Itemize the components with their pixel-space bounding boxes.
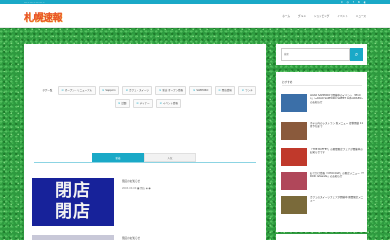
tag-label: カフェ・スイーツ xyxy=(129,89,149,93)
tag-label: SAPPORO xyxy=(196,88,209,92)
nav-item-shopping[interactable]: ショッピング xyxy=(314,14,330,18)
tag-icon: ⊙ xyxy=(118,101,121,106)
article-title[interactable]: おでかけ情報「CHOCOLE」の限定メニュー「TROIC Ishiwata」のお… xyxy=(310,172,364,179)
post-title[interactable]: 閉店のお知らせ xyxy=(122,179,140,183)
search-button[interactable]: ⌕ xyxy=(350,48,363,61)
search-widget: ⌕ xyxy=(276,44,367,65)
article-thumbnail[interactable] xyxy=(281,172,307,190)
thumbnail-text: 閉店 xyxy=(55,181,91,201)
sidebar-article[interactable]: AOAO SAPPOROで開催中のイベント「Photo」〜AOAO SAPPOR… xyxy=(281,94,363,114)
tag-icon: ⊙ xyxy=(159,101,162,106)
sidebar-article[interactable]: 「THE BUFFET」の期間限定フェアが開催中のお知らせです xyxy=(281,148,363,168)
nav-item-gourmet[interactable]: グルメ xyxy=(298,14,306,18)
tag-icon: ⊙ xyxy=(192,88,196,93)
tag-item[interactable]: ⊙ ディナー xyxy=(132,98,154,108)
post-tabs: 新着 人気 xyxy=(92,153,196,162)
thumbnail-text: 閉店 xyxy=(55,202,91,222)
post-meta: 20XX.XX.XX ■ 閉店 ◉ ● xyxy=(122,187,151,190)
article-thumbnail[interactable] xyxy=(281,122,307,140)
article-thumbnail[interactable] xyxy=(281,148,307,166)
tag-cloud-title: タグ一覧 xyxy=(42,89,53,93)
main-content: タグ一覧 ⊙ オープン・リニューアル ⊙ Sapporo ⊙ カフェ・スイーツ ⊙ 新店… xyxy=(24,44,266,240)
nav-item-news[interactable]: ニュース xyxy=(356,14,366,18)
site-logo[interactable]: 札幌速報 xyxy=(24,9,63,24)
tab-popular[interactable]: 人気 xyxy=(144,153,196,162)
tag-label: イベント情報 xyxy=(162,102,178,106)
tag-cloud: タグ一覧 ⊙ オープン・リニューアル ⊙ Sapporo ⊙ カフェ・スイーツ ⊙ 新店… xyxy=(34,86,262,108)
recommend-widget: おすすめ AOAO SAPPOROで開催中のイベント「Photo」〜AOAO S… xyxy=(276,72,367,232)
nav-item-event[interactable]: イベント xyxy=(337,14,347,18)
article-title[interactable]: AOAO SAPPOROで開催中のイベント「Photo」〜AOAO SAPPOR… xyxy=(310,94,364,104)
tag-label: 話題 xyxy=(121,102,127,106)
tag-icon: ⊙ xyxy=(136,101,139,106)
tag-item[interactable]: ⊙ 話題 xyxy=(114,98,130,108)
article-thumbnail[interactable] xyxy=(281,196,307,214)
tag-item[interactable]: ⊙ Sapporo xyxy=(98,86,120,95)
post-thumbnail[interactable] xyxy=(32,235,114,240)
tag-icon: ⊙ xyxy=(102,88,105,93)
sidebar-widget xyxy=(276,234,367,240)
widget-title: おすすめ xyxy=(282,81,293,84)
tag-item[interactable]: ⊙ 閉店情報 xyxy=(214,86,236,95)
sidebar-article[interactable]: おでかけ情報「CHOCOLE」の限定メニュー「TROIC Ishiwata」のお… xyxy=(281,172,364,192)
tag-item[interactable]: ⊙ ランチ xyxy=(238,86,257,95)
site-header: 札幌速報 ホーム グルメ ショッピング イベント ニュース xyxy=(0,4,390,28)
tag-icon: ⊙ xyxy=(241,88,245,93)
sidebar-article[interactable]: ホテル内のレストラン 新メニュー 提供開始 11月下旬まで xyxy=(281,122,363,142)
article-title[interactable]: カフェのスイーツフェアが開催中 期間限定メニュー xyxy=(310,196,364,203)
tag-label: オープン・リニューアル xyxy=(64,89,93,93)
tag-item[interactable]: ⊙ イベント情報 xyxy=(156,98,182,108)
main-nav: ホーム グルメ ショッピング イベント ニュース xyxy=(282,14,366,18)
tag-label: Sapporo xyxy=(105,88,116,92)
tag-icon: ⊙ xyxy=(218,88,221,93)
post-card[interactable]: 閉店 閉店 閉店のお知らせ 20XX.XX.XX ■ 閉店 ◉ ● xyxy=(32,178,258,230)
sidebar-article[interactable]: カフェのスイーツフェアが開催中 期間限定メニュー xyxy=(281,196,363,216)
tag-icon: ⊙ xyxy=(125,88,129,93)
tag-label: ランチ xyxy=(245,89,253,93)
tag-label: 閉店情報 xyxy=(221,89,232,93)
article-thumbnail[interactable] xyxy=(281,94,307,112)
tag-icon: ⊙ xyxy=(61,88,64,93)
tag-item[interactable]: ⊙ カフェ・スイーツ xyxy=(122,86,153,95)
nav-item-home[interactable]: ホーム xyxy=(282,14,290,18)
tag-label: ディナー xyxy=(139,102,150,106)
tag-item[interactable]: ⊙ SAPPORO xyxy=(189,86,212,95)
tab-new[interactable]: 新着 xyxy=(92,153,144,162)
post-title[interactable]: 閉店のお知らせ xyxy=(122,236,140,240)
article-title[interactable]: ホテル内のレストラン 新メニュー 提供開始 11月下旬まで xyxy=(310,122,364,129)
tag-label: 新店 オープン情報 xyxy=(162,89,183,93)
search-input[interactable] xyxy=(281,48,350,61)
tag-item[interactable]: ⊙ 新店 オープン情報 xyxy=(155,86,187,95)
tab-divider xyxy=(34,162,256,163)
tag-icon: ⊙ xyxy=(158,88,162,93)
search-icon: ⌕ xyxy=(354,50,359,58)
tag-item[interactable]: ⊙ オープン・リニューアル xyxy=(57,86,96,95)
article-title[interactable]: 「THE BUFFET」の期間限定フェアが開催中のお知らせです xyxy=(310,148,364,155)
post-thumbnail[interactable]: 閉店 閉店 xyxy=(32,178,114,226)
